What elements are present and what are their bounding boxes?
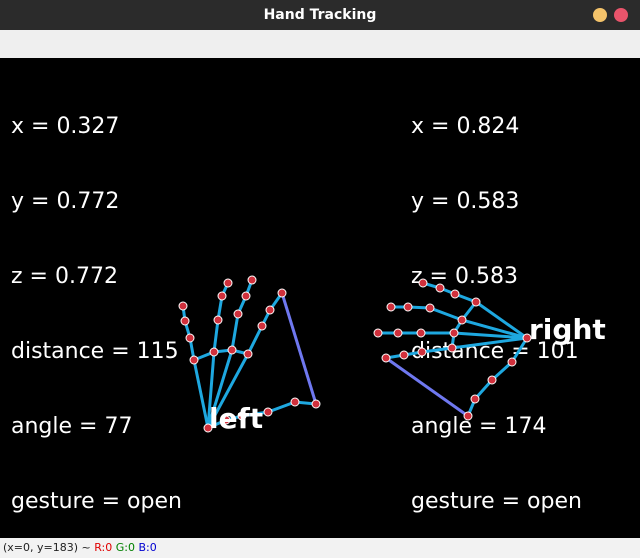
pixel-red-value: R:0 bbox=[94, 541, 113, 554]
minimize-button[interactable] bbox=[593, 8, 607, 22]
status-bar: (x=0, y=183) ~ R:0 G:0 B:0 bbox=[0, 538, 640, 558]
right-hand-joints bbox=[373, 278, 532, 421]
cursor-coords: (x=0, y=183) ~ bbox=[3, 541, 95, 554]
title-bar: Hand Tracking bbox=[0, 0, 640, 30]
left-hand-skeleton: left bbox=[178, 275, 321, 435]
hand-skeleton-overlay: left right bbox=[178, 275, 606, 435]
right-hand-skeleton: right bbox=[373, 278, 606, 421]
video-canvas[interactable]: x = 0.327 y = 0.772 z = 0.772 distance =… bbox=[0, 58, 640, 538]
toolbar bbox=[0, 30, 640, 59]
pixel-green-value: G:0 bbox=[115, 541, 135, 554]
left-hand-label: left bbox=[209, 402, 263, 435]
left-palm-edge bbox=[280, 292, 318, 405]
close-button[interactable] bbox=[614, 8, 628, 22]
right-hand-label: right bbox=[529, 313, 606, 346]
window-title: Hand Tracking bbox=[263, 7, 377, 23]
pixel-blue-value: B:0 bbox=[138, 541, 157, 554]
right-palm-edge bbox=[385, 356, 469, 418]
